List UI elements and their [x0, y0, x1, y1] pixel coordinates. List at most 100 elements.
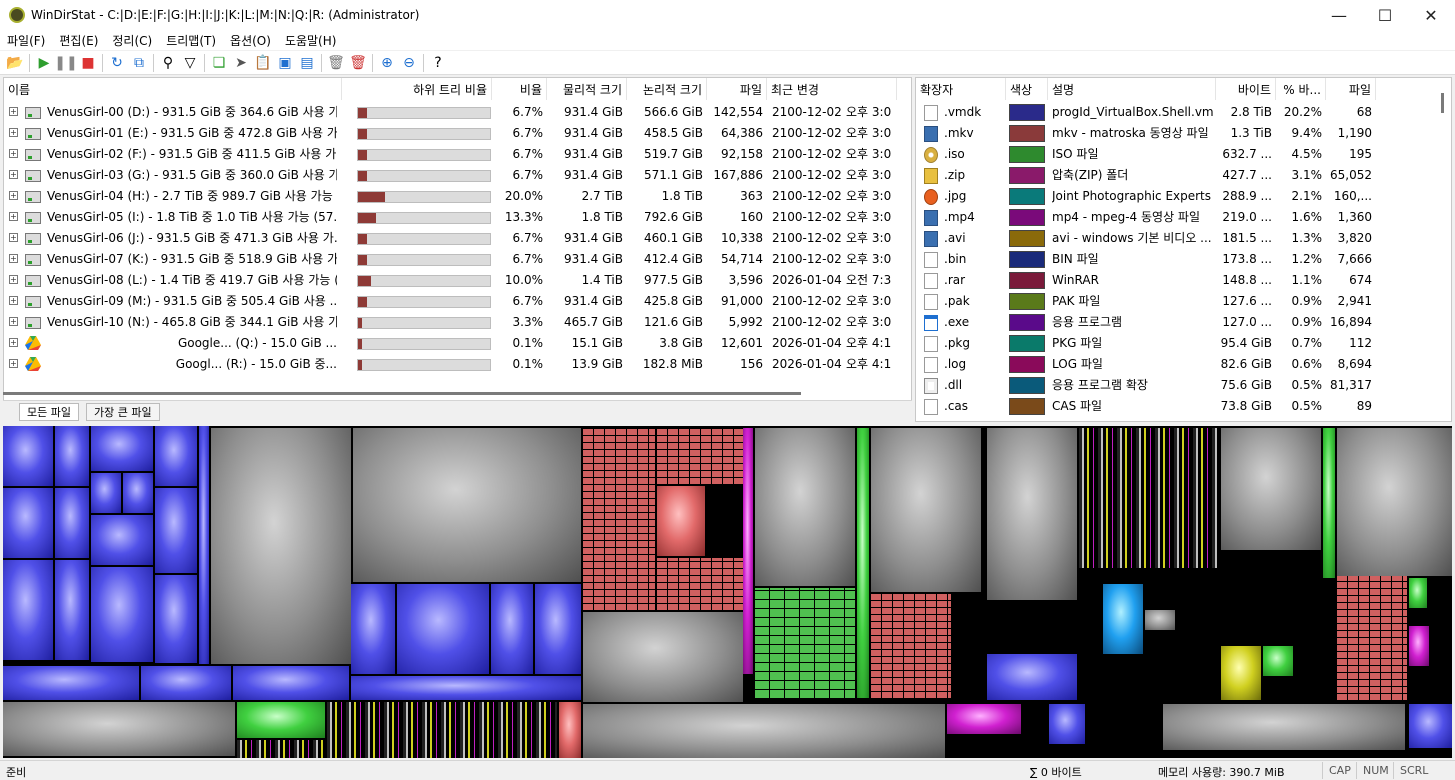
- treemap-cell[interactable]: [55, 426, 89, 486]
- col-header-physical[interactable]: 물리적 크기: [547, 78, 627, 100]
- treemap-cell[interactable]: [351, 676, 581, 700]
- help-icon[interactable]: ?: [427, 52, 449, 74]
- treemap-cell[interactable]: [1163, 704, 1405, 750]
- treemap-cell[interactable]: [91, 567, 153, 662]
- treemap-cell[interactable]: [55, 560, 89, 660]
- treemap-cell[interactable]: [987, 654, 1077, 700]
- treemap-cell[interactable]: [353, 428, 581, 582]
- zoom-out-icon[interactable]: ⊖: [398, 52, 420, 74]
- close-button[interactable]: ✕: [1408, 0, 1454, 30]
- extension-row[interactable]: .cas CAS 파일 73.8 GiB 0.5% 89: [916, 396, 1436, 417]
- treemap-cell[interactable]: [1079, 428, 1219, 568]
- tree-row[interactable]: + VenusGirl-05 (I:) - 1.8 TiB 중 1.0 TiB 사…: [4, 207, 909, 228]
- treemap-cell[interactable]: [583, 704, 945, 758]
- maximize-button[interactable]: ☐: [1362, 0, 1408, 30]
- extension-row[interactable]: .rar WinRAR 148.8 ... 1.1% 674: [916, 270, 1436, 291]
- treemap-cell[interactable]: [233, 666, 349, 700]
- col-header-percent[interactable]: 비율: [492, 78, 547, 100]
- menu-file[interactable]: 파일(F): [0, 32, 52, 49]
- paste-icon[interactable]: 📋: [252, 52, 274, 74]
- treemap-cell[interactable]: [397, 584, 489, 674]
- treemap-cell[interactable]: [1409, 626, 1429, 666]
- treemap-cell[interactable]: [123, 473, 153, 513]
- treemap-cell[interactable]: [155, 488, 197, 573]
- extension-row[interactable]: .log LOG 파일 82.6 GiB 0.6% 8,694: [916, 354, 1436, 375]
- extension-row[interactable]: .exe 응용 프로그램 127.0 ... 0.9% 16,894: [916, 312, 1436, 333]
- treemap-cell[interactable]: [237, 702, 325, 738]
- open-item-icon[interactable]: ➤: [230, 52, 252, 74]
- tab-all-files[interactable]: 모든 파일: [19, 403, 79, 421]
- tree-row[interactable]: + VenusGirl-09 (M:) - 931.5 GiB 중 505.4 G…: [4, 291, 909, 312]
- treemap-cell[interactable]: [199, 426, 209, 664]
- treemap-cell[interactable]: [155, 426, 197, 486]
- treemap-cell[interactable]: [1337, 428, 1452, 576]
- treemap-cell[interactable]: [3, 488, 53, 558]
- treemap-cell[interactable]: [155, 575, 197, 663]
- treemap-cell[interactable]: [327, 702, 557, 758]
- treemap-cell[interactable]: [491, 584, 533, 674]
- menu-options[interactable]: 옵션(O): [223, 32, 278, 49]
- col-header-bytes[interactable]: 바이트: [1216, 78, 1276, 100]
- refresh-icon[interactable]: ↻: [106, 52, 128, 74]
- extension-row[interactable]: .pkg PKG 파일 95.4 GiB 0.7% 112: [916, 333, 1436, 354]
- treemap-cell[interactable]: [871, 594, 951, 698]
- treemap-cell[interactable]: [91, 515, 153, 565]
- col-header-name[interactable]: 이름: [4, 78, 342, 100]
- col-header-files[interactable]: 파일: [707, 78, 767, 100]
- treemap-cell[interactable]: [3, 702, 235, 756]
- tab-largest-files[interactable]: 가장 큰 파일: [86, 403, 160, 421]
- expand-toggle[interactable]: +: [9, 149, 18, 158]
- treemap-cell[interactable]: [55, 488, 89, 558]
- menu-help[interactable]: 도움말(H): [278, 32, 344, 49]
- treemap-cell[interactable]: [743, 428, 753, 674]
- treemap-cell[interactable]: [1409, 578, 1427, 608]
- minimize-button[interactable]: —: [1316, 0, 1362, 30]
- treemap-cell[interactable]: [91, 473, 121, 513]
- treemap-cell[interactable]: [857, 428, 869, 698]
- properties-icon[interactable]: ▤: [296, 52, 318, 74]
- expand-toggle[interactable]: +: [9, 191, 18, 200]
- pause-icon[interactable]: ❚❚: [54, 52, 77, 74]
- filter-icon[interactable]: ▽: [179, 52, 201, 74]
- copy-path-icon[interactable]: ❏: [208, 52, 230, 74]
- expand-toggle[interactable]: +: [9, 254, 18, 263]
- extension-row[interactable]: .jpg Joint Photographic Experts ... 288.9 …: [916, 186, 1436, 207]
- treemap[interactable]: [3, 426, 1452, 758]
- extension-row[interactable]: .pak PAK 파일 127.6 ... 0.9% 2,941: [916, 291, 1436, 312]
- col-header-bytes-percent[interactable]: % 바...: [1276, 78, 1326, 100]
- tree-row[interactable]: + VenusGirl-04 (H:) - 2.7 TiB 중 989.7 GiB…: [4, 186, 909, 207]
- tree-row[interactable]: + VenusGirl-07 (K:) - 931.5 GiB 중 518.9 G…: [4, 249, 909, 270]
- expand-toggle[interactable]: +: [9, 317, 18, 326]
- treemap-cell[interactable]: [871, 428, 981, 592]
- expand-toggle[interactable]: +: [9, 107, 18, 116]
- treemap-cell[interactable]: [91, 426, 153, 471]
- expand-toggle[interactable]: +: [9, 233, 18, 242]
- treemap-cell[interactable]: [1323, 428, 1335, 578]
- recycle-icon[interactable]: 🗑: [325, 52, 347, 74]
- treemap-cell[interactable]: [141, 666, 231, 700]
- treemap-cell[interactable]: [583, 428, 655, 610]
- treemap-cell[interactable]: [1221, 646, 1261, 700]
- expand-toggle[interactable]: +: [9, 338, 18, 347]
- expand-toggle[interactable]: +: [9, 128, 18, 137]
- extension-row[interactable]: .mkv mkv - matroska 동영상 파일 1.3 TiB 9.4% 1,19…: [916, 123, 1436, 144]
- treemap-cell[interactable]: [1337, 576, 1407, 700]
- treemap-cell[interactable]: [1145, 610, 1175, 630]
- horizontal-scrollbar[interactable]: [3, 392, 803, 395]
- extension-row[interactable]: .iso ISO 파일 632.7 ... 4.5% 195: [916, 144, 1436, 165]
- col-header-modified[interactable]: 최근 변경: [767, 78, 897, 100]
- tree-row[interactable]: + VenusGirl-01 (E:) - 931.5 GiB 중 472.8 G…: [4, 123, 909, 144]
- menu-treemap[interactable]: 트리맵(T): [159, 32, 223, 49]
- vertical-scrollbar[interactable]: [1441, 93, 1444, 113]
- treemap-cell[interactable]: [987, 428, 1077, 600]
- col-header-logical[interactable]: 논리적 크기: [627, 78, 707, 100]
- treemap-cell[interactable]: [1103, 584, 1143, 654]
- col-header-subtree[interactable]: 하위 트리 비율: [342, 78, 492, 100]
- extension-row[interactable]: .vmdk progId_VirtualBox.Shell.vmdk 2.8 TiB…: [916, 102, 1436, 123]
- tree-row[interactable]: + VenusGirl-08 (L:) - 1.4 TiB 중 419.7 GiB…: [4, 270, 909, 291]
- treemap-cell[interactable]: [583, 612, 743, 702]
- col-header-extension[interactable]: 확장자: [916, 78, 1006, 100]
- play-icon[interactable]: ▶: [33, 52, 55, 74]
- treemap-cell[interactable]: [211, 428, 351, 664]
- treemap-cell[interactable]: [755, 428, 855, 586]
